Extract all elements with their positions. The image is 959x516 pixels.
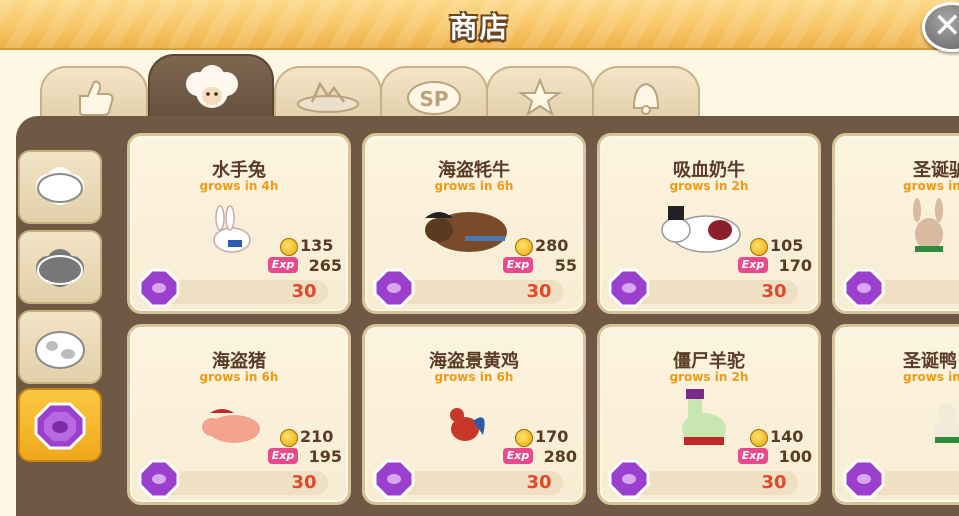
sailor-rabbit-image: [213, 205, 251, 253]
tab-bell[interactable]: [592, 66, 700, 122]
pirate-rooster-image: [450, 408, 485, 441]
item-coins: 105: [770, 236, 804, 255]
item-grow-time: grows in 6h: [434, 179, 514, 193]
purple-gem-icon: [608, 459, 650, 499]
purple-gem-icon: [373, 268, 415, 308]
sp-icon: SP: [407, 81, 461, 115]
item-price: 30: [761, 281, 787, 302]
coin-icon: [515, 238, 533, 256]
coin-icon: [280, 429, 298, 447]
christmas-donkey-image: [913, 198, 943, 252]
spotted-cow-icon: [35, 331, 85, 369]
purple-gem-icon: [373, 459, 415, 499]
shop-item-card[interactable]: 海盗景黄鸡 grows in 6h 170 Exp 280 30: [362, 324, 586, 505]
vampire-cow-image: [661, 206, 741, 253]
zombie-alpaca-image: [682, 389, 726, 445]
exp-badge: Exp: [738, 448, 768, 464]
item-price: 30: [526, 281, 552, 302]
item-grow-time: grows in 2h: [669, 179, 749, 193]
tab-thumbs-up[interactable]: [40, 66, 148, 122]
shop-item-card[interactable]: 僵尸羊驼 grows in 2h 140 Exp 100 30: [597, 324, 821, 505]
item-coins: 210: [300, 427, 334, 446]
star-icon: [517, 77, 563, 117]
item-grow-time: grows in: [903, 370, 959, 384]
thumbs-up-icon: [79, 80, 114, 116]
item-grow-time: grows in 6h: [434, 370, 514, 384]
side-tab-spotted-cow[interactable]: [18, 310, 102, 384]
tab-fence[interactable]: [274, 66, 382, 122]
coin-icon: [750, 429, 768, 447]
page-title: 商店: [449, 11, 510, 44]
white-sheep-icon: [36, 167, 84, 205]
item-exp: 100: [778, 447, 812, 466]
item-price: 30: [291, 281, 317, 302]
item-grow-time: grows in 2h: [669, 370, 749, 384]
coin-icon: [515, 429, 533, 447]
purple-gem-icon: [138, 268, 180, 308]
item-coins: 140: [770, 427, 804, 446]
exp-badge: Exp: [503, 448, 533, 464]
exp-badge: Exp: [738, 257, 768, 273]
close-icon: ✕: [933, 6, 959, 46]
item-exp: 55: [554, 256, 577, 275]
purple-gem-icon: [843, 459, 885, 499]
coin-icon: [750, 238, 768, 256]
item-coins: 170: [535, 427, 569, 446]
item-price: 30: [526, 472, 552, 493]
side-tab-white-sheep[interactable]: [18, 150, 102, 224]
title-bar: 商店: [0, 0, 959, 50]
item-grow-time: grows in: [903, 179, 959, 193]
shop-item-card[interactable]: 海盗牦牛 grows in 6h 280 Exp 55 30: [362, 133, 586, 314]
pirate-pig-image: [202, 409, 260, 443]
purple-gem-icon: [843, 268, 885, 308]
shop-item-card[interactable]: 圣诞鸭 grows in: [832, 324, 959, 505]
exp-badge: Exp: [268, 257, 298, 273]
gray-sheep-icon: [36, 249, 84, 287]
svg-text:SP: SP: [419, 87, 448, 111]
purple-gem-icon: [138, 459, 180, 499]
item-coins: 280: [535, 236, 569, 255]
item-exp: 280: [543, 447, 577, 466]
christmas-duck-image: [933, 404, 959, 443]
shop-item-card[interactable]: 海盗猪 grows in 6h 210 Exp 195 30: [127, 324, 351, 505]
sheep-icon: [186, 65, 238, 108]
bell-icon: [632, 82, 660, 115]
item-exp: 265: [308, 256, 342, 275]
shop-item-card[interactable]: 水手兔 grows in 4h 135 Exp 265 30: [127, 133, 351, 314]
tab-sheep[interactable]: [148, 54, 274, 122]
exp-badge: Exp: [268, 448, 298, 464]
purple-gem-icon: [608, 268, 650, 308]
side-tab-gray-sheep[interactable]: [18, 230, 102, 304]
exp-badge: Exp: [503, 257, 533, 273]
shop-item-card[interactable]: 圣诞驴 grows in: [832, 133, 959, 314]
item-exp: 195: [308, 447, 342, 466]
side-tab-purple-gem[interactable]: [18, 388, 102, 462]
item-coins: 135: [300, 236, 334, 255]
item-price: 30: [761, 472, 787, 493]
shop-item-card[interactable]: 吸血奶牛 grows in 2h 105 Exp 170 30: [597, 133, 821, 314]
item-exp: 170: [778, 256, 812, 275]
coin-icon: [280, 238, 298, 256]
fence-icon: [297, 81, 359, 113]
item-price: 30: [291, 472, 317, 493]
tab-sp[interactable]: SP: [380, 66, 488, 122]
item-grow-time: grows in 6h: [199, 370, 279, 384]
purple-gem-icon: [34, 402, 86, 450]
pirate-yak-image: [425, 212, 507, 252]
item-grow-time: grows in 4h: [199, 179, 279, 193]
tab-star[interactable]: [486, 66, 594, 122]
